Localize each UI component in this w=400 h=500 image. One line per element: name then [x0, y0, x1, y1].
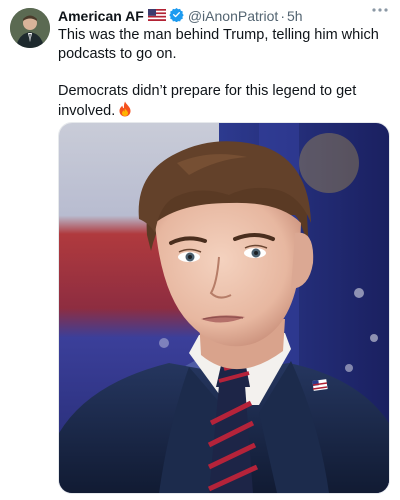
- tweet-text-line-2-wrap: Democrats didn’t prepare for this legend…: [58, 82, 390, 123]
- timestamp[interactable]: 5h: [287, 8, 303, 24]
- verified-badge-icon[interactable]: [169, 7, 184, 25]
- tweet-text: This was the man behind Trump, telling h…: [58, 26, 390, 123]
- avatar[interactable]: [10, 8, 50, 48]
- author-handle[interactable]: @iAnonPatriot: [188, 8, 278, 24]
- tweet-media-photo[interactable]: [58, 122, 390, 494]
- tweet-card[interactable]: American AF @iAnonPatriot · 5h This was …: [0, 0, 400, 500]
- tweet-header: American AF @iAnonPatriot · 5h: [58, 6, 390, 26]
- separator-dot: ·: [280, 8, 285, 24]
- fire-icon: [118, 101, 132, 123]
- portrait-photo: [59, 123, 389, 493]
- ellipsis-icon[interactable]: [370, 4, 390, 20]
- tweet-text-line-1: This was the man behind Trump, telling h…: [58, 27, 379, 62]
- avatar-image: [10, 8, 50, 48]
- tweet-text-line-2: Democrats didn’t prepare for this legend…: [58, 83, 357, 119]
- author-display-name[interactable]: American AF: [58, 8, 144, 24]
- us-flag-icon: [147, 8, 166, 24]
